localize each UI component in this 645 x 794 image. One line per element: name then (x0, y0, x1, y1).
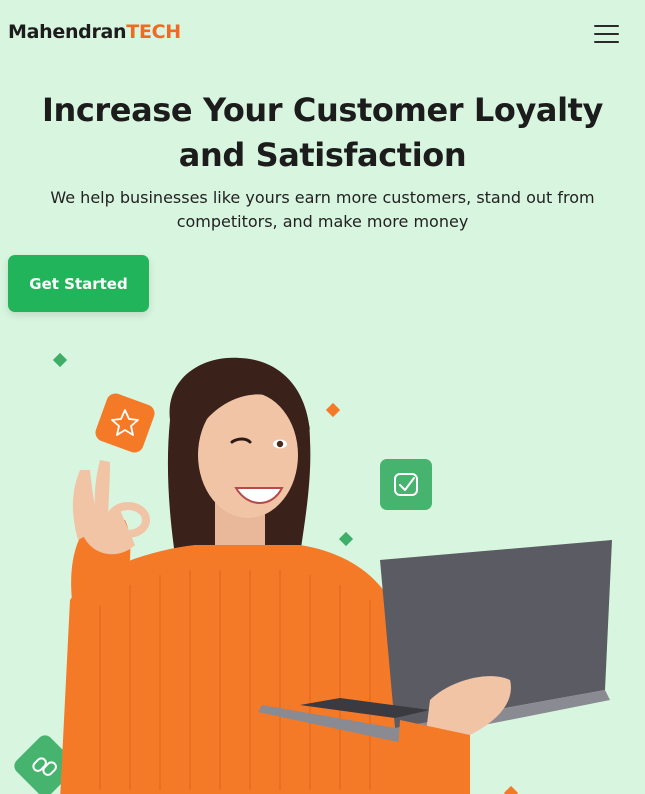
hero-title: Increase Your Customer Loyalty and Satis… (0, 88, 645, 178)
hero-illustration (14, 352, 612, 794)
brand-name-part1: Mahendran (8, 21, 127, 43)
star-badge-icon (95, 393, 155, 453)
check-badge-icon (380, 459, 432, 510)
get-started-button[interactable]: Get Started (8, 255, 149, 312)
hero-title-line2: and Satisfaction (178, 136, 467, 174)
hero-subtitle: We help businesses like yours earn more … (50, 188, 595, 231)
hamburger-menu-icon[interactable] (594, 24, 619, 44)
brand-name-part2: TECH (126, 21, 181, 43)
navbar: MahendranTECH (0, 0, 645, 68)
green-diamond-1 (52, 352, 68, 368)
orange-diamond-1 (325, 402, 341, 418)
brand-logo[interactable]: MahendranTECH (8, 21, 181, 43)
green-diamond-2 (338, 531, 354, 547)
hero-title-line1: Increase Your Customer Loyalty (41, 91, 604, 129)
orange-diamond-2 (503, 785, 519, 794)
